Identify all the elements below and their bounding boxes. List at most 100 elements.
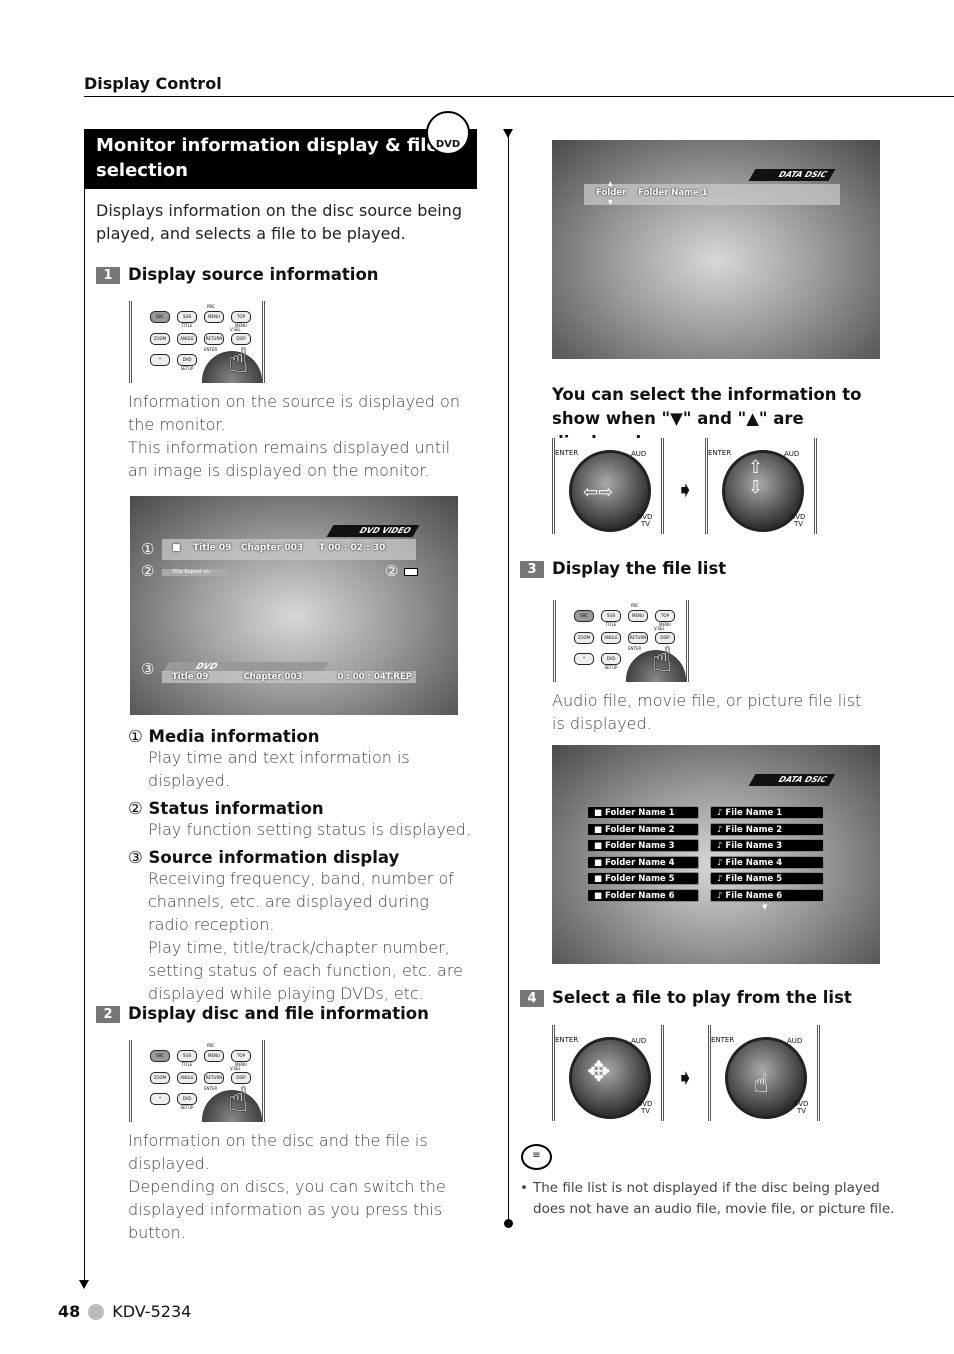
footer: 48 KDV-5234 — [58, 1302, 191, 1321]
model-name: KDV-5234 — [112, 1302, 192, 1321]
folder-list-item[interactable]: ■ Folder Name 4 — [587, 855, 699, 869]
folder-list-item[interactable]: ■ Folder Name 6 — [587, 888, 699, 902]
remote-button: ZOOM — [574, 632, 594, 644]
legend-item: ① Media information Play time and text i… — [128, 727, 410, 790]
page-title: Monitor information display & file selec… — [84, 129, 477, 189]
remote-button: ANGLE — [177, 1072, 197, 1084]
folder-list-item[interactable]: ■ Folder Name 5 — [587, 872, 699, 885]
end-dot — [504, 1219, 513, 1228]
remote-button: TOP MENU — [655, 610, 675, 627]
folder-icon: ■ — [594, 808, 603, 818]
pointing-hand-icon: ☝ — [652, 640, 673, 680]
remote-disp-button-illustration: SRC SUB TITLE MENU TOP MENU ZOOM ANGLE RETURN D… — [553, 600, 689, 682]
remote-button: * — [574, 653, 594, 665]
section-header: Display Control — [84, 74, 222, 93]
remote-label: PBC — [207, 1043, 215, 1048]
remote-label: PBC — [207, 304, 215, 309]
step-4-heading: 4 Select a file to play from the list — [520, 988, 852, 1007]
note-icon: ≡ — [521, 1144, 552, 1170]
page-number: 48 — [58, 1302, 81, 1321]
file-list-item[interactable]: ♪ File Name 5 — [710, 872, 824, 885]
status-info: Title Repeat on — [162, 569, 228, 576]
remote-button: * — [150, 354, 170, 366]
folder-list-item[interactable]: ■ Folder Name 1 — [587, 806, 699, 819]
remote-button: MENU — [204, 311, 224, 323]
step-3-text: Audio file, movie file, or picture file … — [552, 691, 862, 733]
folder-bar: Folder Folder Name 1 — [584, 184, 840, 205]
remote-label: ENTER — [204, 1086, 218, 1091]
joystick-four-way-illustration: ENTER AUD ✥ DVD TV — [552, 1025, 664, 1121]
music-note-icon: ♪ — [717, 874, 723, 884]
dvd-remote-badge-icon: DVD — [426, 111, 470, 155]
remote-button: DVD SETUP — [177, 354, 197, 371]
arrow-down-icon — [503, 129, 513, 138]
arrow-down-icon — [79, 1280, 89, 1289]
music-note-icon: ♪ — [717, 824, 723, 835]
remote-button: DVD SETUP — [177, 1093, 197, 1110]
remote-button: RETURN — [628, 632, 648, 644]
remote-disp-button-illustration: SRC SUB TITLE MENU TOP MENU ZOOM ANGLE RETURN D… — [129, 1040, 265, 1122]
folder-icon: ■ — [594, 857, 603, 868]
note-text: • The file list is not displayed if the d… — [520, 1180, 895, 1217]
music-note-icon: ♪ — [717, 841, 723, 851]
remote-button: * — [150, 1093, 170, 1105]
joystick-press-illustration: ENTER AUD ☝ DVD TV — [708, 1025, 820, 1121]
step-3-heading: 3 Display the file list — [520, 559, 726, 578]
remote-button: ANGLE — [177, 333, 197, 345]
separator-dot — [88, 1303, 105, 1320]
folder-icon: ■ — [594, 890, 603, 901]
joystick-up-down-illustration: ENTER AUD ⇧ ⇩ DVD TV — [705, 438, 817, 534]
step-2-heading: 2 Display disc and file information — [96, 1004, 429, 1023]
legend-item: ② Status information Play function setti… — [128, 799, 471, 839]
remote-button: ZOOM — [150, 333, 170, 345]
folder-list-item[interactable]: ■ Folder Name 3 — [587, 839, 699, 852]
remote-button: RETURN — [204, 1072, 224, 1084]
remote-label: PBC — [631, 603, 639, 608]
joystick-left-right-illustration: ENTER AUD ⇦⇨ DVD TV — [552, 438, 664, 534]
intro-text: Displays information on the disc source … — [96, 201, 462, 243]
angle-icon — [404, 568, 418, 576]
folder-icon: ■ — [594, 824, 603, 835]
folder-icon: ■ — [594, 841, 603, 851]
file-list-item[interactable]: ♪ File Name 4 — [710, 855, 824, 869]
remote-label: ENTER — [628, 646, 642, 651]
right-flow-line — [508, 135, 509, 1222]
remote-button: SRC — [150, 311, 170, 323]
file-list-item[interactable]: ♪ File Name 6 — [710, 888, 824, 902]
file-list-item[interactable]: ♪ File Name 2 — [710, 822, 824, 836]
file-list-item[interactable]: ♪ File Name 3 — [710, 839, 824, 852]
remote-button: SUB TITLE — [177, 1050, 197, 1067]
remote-button: MENU — [204, 1050, 224, 1062]
dvd-info-screen: DVD VIDEO ■ Title 09 Chapter 003 T 00 : … — [130, 496, 458, 715]
remote-button: TOP MENU — [231, 1050, 251, 1067]
remote-button: MENU — [628, 610, 648, 622]
arrow-right-icon: ➧ — [676, 1066, 695, 1091]
remote-disp-button-illustration: SRC SUB TITLE MENU TOP MENU ZOOM ANGLE RETURN D… — [129, 301, 265, 383]
pointing-hand-icon: ☝ — [228, 341, 249, 381]
up-arrow-icon: ▲ — [608, 180, 613, 187]
music-note-icon: ♪ — [717, 890, 723, 901]
music-note-icon: ♪ — [717, 857, 723, 868]
remote-label: V.SEL — [230, 1066, 241, 1071]
header-rule — [84, 96, 954, 97]
left-flow-line — [84, 189, 85, 1281]
step-2-text: Information on the disc and the file is … — [128, 1131, 446, 1242]
legend-list: ① Media information Play time and text i… — [128, 727, 478, 1005]
down-arrow-icon: ▼ — [762, 903, 768, 911]
remote-button: ANGLE — [601, 632, 621, 644]
remote-button: ZOOM — [150, 1072, 170, 1084]
step-1-heading: 1 Display source information — [96, 265, 379, 284]
pointing-hand-icon: ☝ — [228, 1080, 249, 1120]
remote-button: SUB TITLE — [177, 311, 197, 328]
remote-button: RETURN — [204, 333, 224, 345]
music-note-icon: ♪ — [717, 808, 723, 818]
file-list-screen: DATA DSIC ▼ ■ Folder Name 1 ♪ File Name 1… — [552, 745, 880, 964]
step-1-text: Information on the source is displayed o… — [128, 392, 460, 480]
file-list-item[interactable]: ♪ File Name 1 — [710, 806, 824, 819]
folder-list-item[interactable]: ■ Folder Name 2 — [587, 822, 699, 836]
remote-button: SRC — [150, 1050, 170, 1062]
source-info-bar: Title 09 Chapter 003 0 : 00 : 04T.REP — [162, 671, 416, 683]
remote-button: SRC — [574, 610, 594, 622]
legend-item: ③ Source information display Receiving f… — [128, 848, 463, 1003]
remote-button: SUB TITLE — [601, 610, 621, 627]
